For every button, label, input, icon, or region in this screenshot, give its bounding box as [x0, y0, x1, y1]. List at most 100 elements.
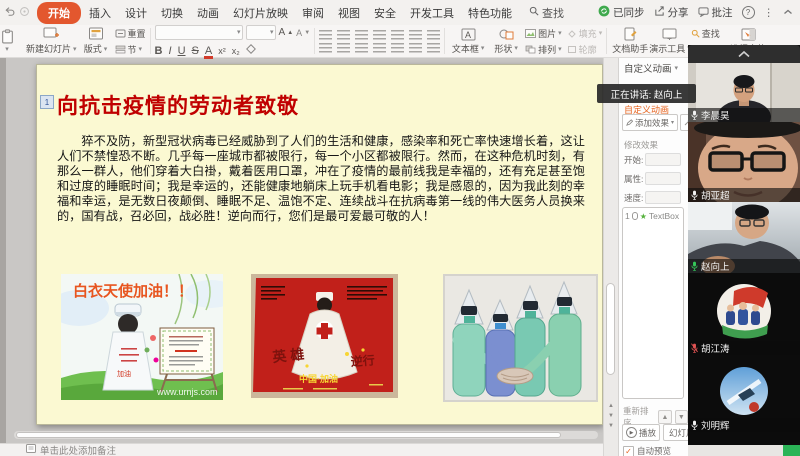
distribute-icon[interactable]	[391, 43, 404, 53]
tab-insert[interactable]: 插入	[83, 3, 117, 23]
tab-devtools[interactable]: 开发工具	[404, 3, 460, 23]
tab-design[interactable]: 设计	[119, 3, 153, 23]
horizontal-scrollbar[interactable]	[14, 431, 598, 439]
bold-button[interactable]: B	[155, 45, 163, 57]
angel-watermark: www.urnjs.com	[156, 387, 218, 397]
underline-button[interactable]: U	[178, 45, 186, 57]
doc-assistant-button[interactable]: 文档助手	[611, 26, 649, 56]
wps-presentation-window: 开始 插入 设计 切换 动画 幻灯片放映 审阅 视图 安全 开发工具 特色功能 …	[0, 0, 800, 456]
next-slide-icon[interactable]: ▼	[608, 413, 614, 419]
superscript-button[interactable]: x²	[218, 46, 226, 56]
indent-icon[interactable]	[373, 30, 386, 40]
video-tile-1[interactable]: 李晨昊	[688, 63, 800, 122]
video-tile-3[interactable]: 赵向上	[688, 202, 800, 273]
speed-combo[interactable]	[645, 191, 681, 204]
prev-slide-icon[interactable]: ▲	[608, 403, 614, 409]
justify-icon[interactable]	[373, 43, 386, 53]
undo-icon[interactable]	[4, 6, 15, 20]
scroll-down-icon[interactable]: ▼	[608, 423, 614, 429]
vertical-scrollbar-thumb[interactable]	[606, 283, 615, 375]
grow-font-button[interactable]: A▲	[279, 27, 294, 38]
pane-header[interactable]: 自定义动画 ▾	[624, 61, 678, 75]
font-color-button[interactable]: A	[205, 45, 212, 57]
bullets-icon[interactable]	[319, 30, 332, 40]
slide-image-angel[interactable]: 白衣天使加油！！ 加油	[61, 274, 223, 400]
slide-layout-button[interactable]: 版式▾	[77, 26, 115, 56]
tab-special[interactable]: 特色功能	[462, 3, 518, 23]
notes-bar[interactable]: 单击此处添加备注	[0, 443, 603, 456]
tab-security[interactable]: 安全	[368, 3, 402, 23]
find-button[interactable]: 查找	[691, 27, 726, 40]
text-direction-icon[interactable]	[427, 30, 440, 40]
editing-canvas[interactable]: 1 向抗击疫情的劳动者致敬 猝不及防，新型冠状病毒已经威胁到了人们的生活和健康，…	[0, 57, 603, 456]
reset-button[interactable]: 重置	[115, 27, 146, 40]
fill-button: 填充▾	[567, 27, 603, 40]
animation-order-tag[interactable]: 1	[40, 95, 54, 109]
align-center-icon[interactable]	[337, 43, 350, 53]
section-button[interactable]: 节▾	[115, 43, 146, 56]
tab-home[interactable]: 开始	[37, 2, 81, 24]
add-effect-button[interactable]: 添加效果 ▾	[622, 114, 678, 131]
video-panel-collapse[interactable]	[688, 45, 800, 63]
animation-list-item[interactable]: 1 ★ TextBox	[623, 208, 683, 224]
align-left-icon[interactable]	[319, 43, 332, 53]
menu-find[interactable]: 查找	[529, 5, 564, 21]
collapse-ribbon-icon[interactable]	[783, 7, 793, 19]
start-combo[interactable]	[645, 153, 681, 166]
slide-panel-strip[interactable]	[0, 57, 6, 456]
slide-image-team[interactable]	[443, 274, 598, 402]
tab-view[interactable]: 视图	[332, 3, 366, 23]
more-icon[interactable]: ⋮	[764, 7, 775, 19]
tab-slideshow[interactable]: 幻灯片放映	[227, 3, 294, 23]
animation-item-order: 1	[625, 211, 630, 221]
star-effect-icon: ★	[640, 212, 647, 221]
property-combo[interactable]	[645, 172, 681, 185]
columns-icon[interactable]	[409, 30, 422, 40]
move-up-button[interactable]: ▲	[658, 410, 671, 424]
align-right-icon[interactable]	[355, 43, 368, 53]
synced-status[interactable]: 已同步	[598, 5, 645, 20]
vertical-scrollbar[interactable]: ▲ ▼ ▼	[603, 57, 618, 456]
tab-animation[interactable]: 动画	[191, 3, 225, 23]
play-button[interactable]: ▶ 播放	[622, 424, 660, 441]
line-spacing-icon[interactable]	[391, 30, 404, 40]
present-tools-button[interactable]: 演示工具▾	[649, 26, 691, 56]
font-size-combo[interactable]: ▾	[246, 25, 276, 40]
video-tile-4[interactable]: 胡江涛	[688, 273, 800, 355]
horizontal-scrollbar-thumb[interactable]	[16, 432, 561, 438]
share-button[interactable]: 分享	[654, 5, 689, 20]
taskbar-green-app[interactable]	[783, 445, 800, 456]
align-top-icon[interactable]	[409, 43, 422, 53]
subscript-button[interactable]: x₂	[232, 46, 240, 56]
outdent-icon[interactable]	[355, 30, 368, 40]
auto-preview-checkbox[interactable]: ✓	[623, 446, 634, 456]
picture-label: 图片	[538, 27, 556, 40]
new-slide-button[interactable]: 新建幻灯片▾	[26, 26, 77, 56]
slide[interactable]: 1 向抗击疫情的劳动者致敬 猝不及防，新型冠状病毒已经威胁到了人们的生活和健康，…	[36, 64, 603, 425]
pencil-icon	[626, 119, 633, 126]
align-bottom-icon[interactable]	[427, 43, 440, 53]
help-icon[interactable]: ?	[742, 6, 755, 19]
font-family-combo[interactable]: ▾	[155, 25, 243, 40]
strikethrough-button[interactable]: S	[192, 45, 199, 57]
tab-review[interactable]: 审阅	[296, 3, 330, 23]
arrange-button[interactable]: 排列▾	[525, 43, 562, 56]
tab-transition[interactable]: 切换	[155, 3, 189, 23]
numbering-icon[interactable]	[337, 30, 350, 40]
move-down-button[interactable]: ▼	[675, 410, 688, 424]
text-effects-icon[interactable]	[246, 44, 256, 57]
textbox-button[interactable]: A 文本框▾	[449, 26, 487, 56]
comment-button[interactable]: 批注	[698, 5, 733, 20]
slide-image-hero[interactable]: 英 雄 逆行 中国·加油	[251, 274, 398, 398]
paste-button[interactable]: ▾	[0, 26, 26, 56]
slide-body-text[interactable]: 猝不及防，新型冠状病毒已经威胁到了人们的生活和健康，感染率和死亡率快速增长着，这…	[57, 134, 585, 225]
video-tile-2[interactable]: 胡亚超	[688, 122, 800, 202]
picture-button[interactable]: 图片▾	[525, 27, 562, 40]
italic-button[interactable]: I	[169, 45, 172, 57]
shapes-button[interactable]: 形状▾	[487, 26, 525, 56]
redo-icon[interactable]	[19, 6, 30, 20]
shrink-font-button[interactable]: A▼	[296, 28, 310, 38]
animation-list[interactable]: 1 ★ TextBox	[622, 207, 684, 399]
video-tile-5[interactable]: 刘明辉	[688, 355, 800, 432]
slide-title[interactable]: 向抗击疫情的劳动者致敬	[57, 90, 299, 120]
